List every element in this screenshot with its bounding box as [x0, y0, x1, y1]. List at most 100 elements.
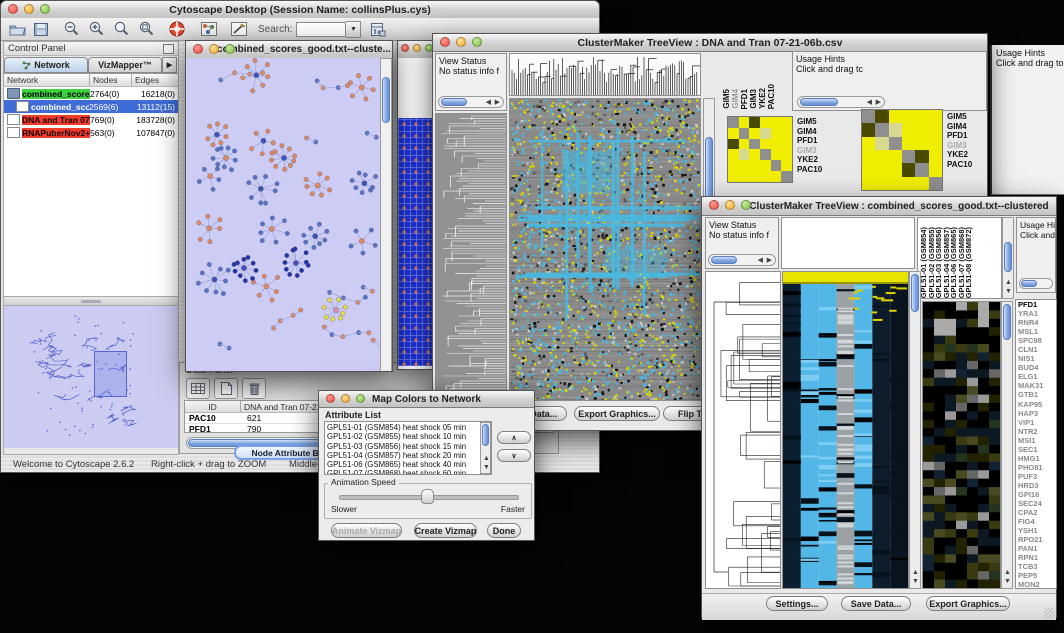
gene-label[interactable]: GPI16 — [1018, 490, 1056, 499]
gene-label[interactable]: SPC98 — [1018, 336, 1056, 345]
usage-hints-scrollbar[interactable]: ◀▶ — [797, 96, 885, 108]
zoom-button[interactable] — [225, 44, 235, 54]
gene-label[interactable]: YKE2 — [797, 155, 839, 165]
gene-label[interactable]: RPO21 — [1018, 535, 1056, 544]
gene-label[interactable]: GIM5 — [947, 112, 987, 122]
network-window-title-bar[interactable]: combined_scores_good.txt--cluste... — [186, 41, 392, 59]
treeview2-zoom-scrollbar[interactable]: ▲▼ — [1001, 301, 1013, 589]
gene-label[interactable]: PHO81 — [1018, 463, 1056, 472]
settings-button[interactable]: Settings... — [766, 596, 828, 611]
network-list-row[interactable]: RNAPuberNov2+563(0)107847(0) — [4, 126, 178, 139]
gene-label[interactable]: FIG4 — [1018, 517, 1056, 526]
treeview2-vscrollbar[interactable]: ▲▼ — [909, 271, 921, 589]
network-canvas[interactable] — [186, 58, 381, 371]
close-button[interactable] — [8, 4, 18, 14]
minimize-button[interactable] — [725, 200, 735, 210]
gene-label[interactable]: YSH1 — [1018, 526, 1056, 535]
column-label[interactable]: GPL51-08 (GSM872) — [965, 227, 973, 298]
network-vscrollbar[interactable] — [380, 58, 392, 371]
gene-label[interactable]: GIM3 — [947, 141, 987, 151]
gene-label[interactable]: SEC1 — [1018, 445, 1056, 454]
column-label[interactable]: PAC10 — [768, 84, 775, 109]
view-status-scrollbar[interactable]: ◀▶ — [438, 96, 504, 108]
gene-label[interactable]: GIM4 — [947, 122, 987, 132]
overview-viewport-rect[interactable] — [94, 351, 127, 397]
minimize-button[interactable] — [456, 37, 466, 47]
gene-label[interactable]: PFD1 — [947, 131, 987, 141]
panel-splitter[interactable] — [4, 296, 178, 306]
gene-label[interactable]: GTB1 — [1018, 390, 1056, 399]
gene-label[interactable]: GIM4 — [797, 127, 839, 137]
save-data-button[interactable]: Save Data... — [841, 596, 911, 611]
gene-label[interactable]: RNR4 — [1018, 318, 1056, 327]
column-label[interactable]: YKE2 — [759, 88, 767, 109]
zoom-button[interactable] — [472, 37, 482, 47]
attribute-list-item[interactable]: GPL51-03 (GSM856) heat shock 15 min — [327, 442, 479, 451]
treeview2-title-bar[interactable]: ClusterMaker TreeView : combined_scores_… — [702, 197, 1056, 216]
gene-label[interactable]: VIP1 — [1018, 418, 1056, 427]
delete-attribute-icon[interactable] — [242, 378, 266, 399]
save-icon[interactable] — [30, 20, 52, 39]
gene-label[interactable]: PUF3 — [1018, 472, 1056, 481]
minimize-button[interactable] — [24, 4, 34, 14]
treeview2-heatmap[interactable] — [782, 271, 909, 589]
attribute-list-item[interactable]: GPL51-07 (GSM868) heat shock 60 min — [327, 469, 479, 475]
gene-label[interactable]: BUD4 — [1018, 363, 1056, 372]
gene-label[interactable]: GIM5 — [797, 117, 839, 127]
zoom-button[interactable] — [741, 200, 751, 210]
gene-label[interactable]: KAP95 — [1018, 400, 1056, 409]
zoom-region-icon[interactable] — [135, 20, 157, 39]
gene-label[interactable]: TCB3 — [1018, 562, 1056, 571]
gene-label[interactable]: NTR2 — [1018, 427, 1056, 436]
treeview1-global-matrix[interactable] — [727, 116, 793, 183]
column-header-edges[interactable]: Edges — [132, 74, 178, 86]
zoom-fit-icon[interactable] — [110, 20, 132, 39]
gene-label[interactable]: HRD3 — [1018, 481, 1056, 490]
treeview1-zoom-matrix[interactable] — [861, 109, 943, 191]
column-label[interactable]: GIM4 — [732, 89, 740, 109]
main-title-bar[interactable]: Cytoscape Desktop (Session Name: collins… — [1, 1, 599, 19]
tab-vizmapper[interactable]: VizMapper™ — [88, 57, 162, 73]
network-create-icon[interactable] — [198, 20, 220, 39]
gene-label[interactable]: MSI1 — [1018, 436, 1056, 445]
tab-network[interactable]: Network — [4, 57, 88, 73]
treeview2-collabel-scrollbar[interactable]: ▲▼ — [1002, 217, 1014, 299]
dense-network-thumbnail[interactable] — [398, 118, 433, 366]
network-list-row[interactable]: DNA and Tran 07769(0)183728(0) — [4, 113, 178, 126]
help-lifering-icon[interactable] — [166, 20, 188, 39]
usage-hints-scrollbar[interactable] — [1019, 278, 1053, 289]
minimize-button[interactable] — [341, 394, 350, 403]
attribute-list-item[interactable]: GPL51-01 (GSM854) heat shock 05 min — [327, 423, 479, 432]
network-overview[interactable] — [4, 306, 178, 448]
column-label[interactable]: PFD1 — [741, 89, 749, 109]
move-down-button[interactable]: ∨ — [497, 449, 531, 462]
gene-label[interactable]: MON2 — [1018, 580, 1056, 589]
attribute-list-item[interactable]: GPL51-04 (GSM857) heat shock 20 min — [327, 451, 479, 460]
gene-label[interactable]: ELG1 — [1018, 372, 1056, 381]
treeview1-heatmap[interactable] — [509, 98, 701, 401]
treeview2-zoom-view[interactable] — [922, 301, 1001, 589]
move-up-button[interactable]: ∧ — [497, 431, 531, 444]
done-button[interactable]: Done — [487, 523, 521, 538]
open-folder-icon[interactable] — [6, 20, 28, 39]
gene-label[interactable]: YRA1 — [1018, 309, 1056, 318]
gene-label[interactable]: MSL1 — [1018, 327, 1056, 336]
gene-label[interactable]: CLN1 — [1018, 345, 1056, 354]
gene-label[interactable]: RPN1 — [1018, 553, 1056, 562]
gene-label[interactable]: PEP5 — [1018, 571, 1056, 580]
float-panel-icon[interactable] — [163, 44, 174, 54]
attribute-select-icon[interactable] — [186, 378, 210, 399]
gene-label[interactable]: PAC10 — [797, 165, 839, 175]
treeview1-row-dendrogram[interactable] — [435, 113, 507, 401]
zoom-in-icon[interactable] — [85, 20, 107, 39]
zoom-button[interactable] — [40, 4, 50, 14]
close-button[interactable] — [401, 44, 409, 52]
gene-label[interactable]: HAP3 — [1018, 409, 1056, 418]
gene-label[interactable]: PFD1 — [1018, 300, 1056, 309]
speed-slider-thumb[interactable] — [421, 489, 434, 504]
gene-label[interactable]: CPA2 — [1018, 508, 1056, 517]
close-button[interactable] — [440, 37, 450, 47]
column-label[interactable]: GIM3 — [750, 89, 758, 109]
gene-label[interactable]: PAC10 — [947, 160, 987, 170]
attribute-list-scrollbar[interactable]: ▲▼ — [480, 422, 491, 474]
